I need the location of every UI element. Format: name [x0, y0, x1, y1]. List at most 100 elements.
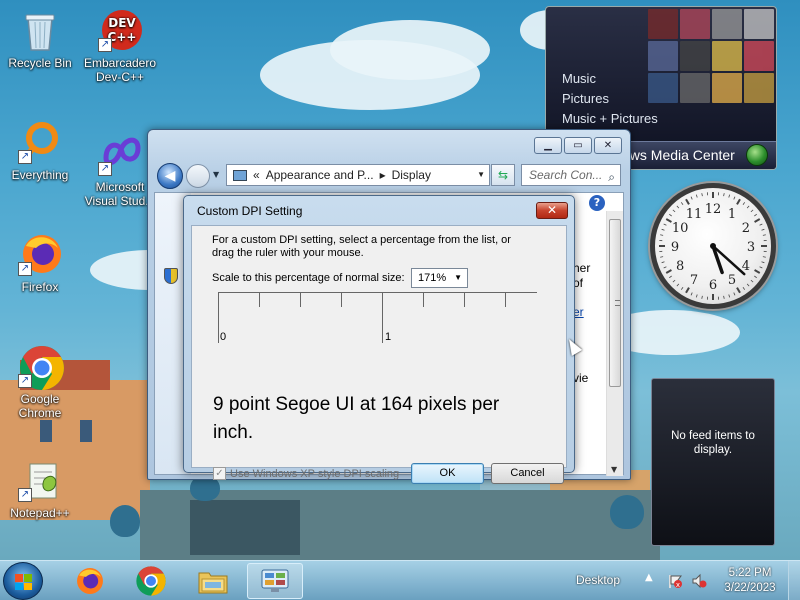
desktop-icon-firefox[interactable]: ↗ Firefox [0, 232, 80, 294]
media-center-item-music-pictures[interactable]: Music + Pictures [562, 109, 658, 129]
clock-numeral: 11 [686, 207, 703, 222]
taskbar-chrome[interactable] [123, 563, 179, 599]
search-input[interactable]: Search Con... ⌕ [521, 164, 621, 186]
scrollbar-thumb[interactable] [609, 219, 621, 387]
clock-tick [723, 193, 725, 197]
control-panel-icon [233, 169, 247, 181]
clock-tick [736, 198, 741, 205]
volume-muted-icon[interactable] [691, 573, 707, 589]
ruler-label-start: 0 [220, 331, 227, 343]
clock-tick [746, 205, 750, 209]
taskbar-control-panel[interactable] [247, 563, 303, 599]
forward-button[interactable] [186, 164, 210, 188]
start-button[interactable] [3, 562, 43, 600]
clock-numeral: 6 [709, 278, 717, 293]
desktop-icon-devcpp[interactable]: DEV C++ ↗ Embarcadero Dev-C++ [80, 8, 160, 84]
breadcrumb-display[interactable]: Display [392, 165, 431, 185]
feed-headlines-gadget[interactable]: No feed items to display. [651, 378, 775, 546]
clock-tick [754, 269, 761, 274]
recycle-bin-icon [18, 8, 62, 52]
folder-icon [198, 572, 228, 594]
content-text-fragment: her [573, 261, 591, 275]
taskbar-explorer[interactable] [185, 563, 241, 599]
clock-tick [680, 287, 684, 290]
clock-tick [663, 223, 667, 226]
back-button[interactable]: ◀ [157, 163, 183, 189]
media-center-item-pictures[interactable]: Pictures [562, 89, 658, 109]
shortcut-arrow-icon: ↗ [18, 150, 32, 164]
refresh-button[interactable]: ⇆ [491, 164, 515, 186]
recent-pages-dropdown[interactable]: ▼ [213, 170, 219, 179]
xp-scaling-checkbox[interactable]: ✓ [213, 467, 226, 480]
breadcrumb-appearance[interactable]: Appearance and P... [266, 165, 374, 185]
clock-tick [762, 234, 766, 236]
clock-tick [660, 234, 664, 236]
system-clock[interactable]: 5:22 PM 3/22/2023 [720, 566, 780, 596]
media-center-item-music[interactable]: Music [562, 69, 658, 89]
xp-scaling-option[interactable]: ✓ Use Windows XP style DPI scaling [213, 467, 399, 480]
desktop-icon-notepadpp[interactable]: ↗ Notepad++ [0, 458, 80, 520]
custom-dpi-dialog[interactable]: Custom DPI Setting ✕ For a custom DPI se… [183, 195, 575, 484]
clock-tick [762, 256, 766, 258]
taskbar: Desktop ▲ x 5:22 PM 3/22/2023 [0, 560, 800, 600]
chevron-down-icon: ▼ [454, 273, 462, 282]
clock-numeral: 1 [728, 207, 736, 222]
action-center-flag-icon[interactable]: x [667, 573, 683, 589]
clock-tick [750, 209, 754, 213]
close-window-button[interactable]: ✕ [594, 137, 622, 154]
clock-numeral: 7 [690, 273, 698, 288]
show-hidden-icons-chevron-icon[interactable]: ▲ [645, 572, 653, 583]
scale-value: 171% [418, 272, 447, 284]
desktop-icon-everything[interactable]: ↗ Everything [0, 120, 80, 182]
clock-tick [685, 198, 690, 205]
everything-icon: ↗ [18, 120, 62, 164]
scale-percentage-select[interactable]: 171% ▼ [411, 268, 468, 288]
clock-tick [690, 196, 693, 200]
clock-tick [728, 294, 731, 298]
taskbar-firefox[interactable] [62, 563, 118, 599]
firefox-icon [77, 568, 103, 594]
svg-text:DEV: DEV [108, 16, 136, 30]
maximize-button[interactable]: ▭ [564, 137, 592, 154]
clock-tick [750, 279, 754, 283]
clock-tick [669, 275, 672, 279]
desktop-icon-chrome[interactable]: ↗ Google Chrome [0, 344, 80, 420]
clock-numeral: 9 [671, 240, 679, 255]
minimize-button[interactable]: ▁ [534, 137, 562, 154]
desktop-icon-label: Google Chrome [18, 392, 62, 420]
control-panel-icon [261, 569, 289, 592]
ruler-tick [259, 293, 260, 307]
desktop-icon-label: Recycle Bin [8, 56, 72, 70]
shortcut-arrow-icon: ↗ [98, 38, 112, 52]
scroll-down-icon[interactable]: ▼ [611, 465, 617, 474]
desktop-icon-label: Microsoft Visual Stud... [84, 180, 156, 208]
search-placeholder: Search Con... [529, 168, 603, 182]
clock-tick [759, 223, 763, 226]
dialog-body: For a custom DPI setting, select a perce… [191, 225, 567, 484]
clock-tick [733, 292, 736, 296]
cancel-button[interactable]: Cancel [491, 463, 564, 484]
media-thumbnails [648, 9, 774, 103]
desktop-toolbar-label[interactable]: Desktop [576, 573, 620, 587]
ok-button[interactable]: OK [411, 463, 484, 484]
clock-numeral: 12 [705, 202, 722, 217]
dialog-close-button[interactable]: ✕ [536, 202, 568, 219]
feed-message: No feed items to display. [671, 430, 755, 456]
address-bar[interactable]: « Appearance and P... ▸ Display ▼ [226, 164, 490, 186]
visual-studio-icon: ↗ [98, 132, 142, 176]
clock-tick [663, 266, 667, 269]
address-dropdown-icon[interactable]: ▼ [477, 165, 485, 185]
dpi-ruler[interactable]: 0 1 [218, 292, 537, 344]
clock-tick [728, 194, 731, 198]
address-overflow-icon[interactable]: « [253, 165, 260, 185]
vertical-scrollbar[interactable]: ▼ [606, 211, 623, 476]
clock-numeral: 3 [747, 240, 755, 255]
show-desktop-button[interactable] [788, 561, 800, 600]
arrow-left-icon: ◀ [164, 168, 176, 184]
help-icon[interactable]: ? [589, 195, 605, 211]
clock-gadget[interactable]: 12 1 2 3 4 5 6 7 8 9 10 11 [650, 183, 776, 309]
clock-numeral: 2 [742, 221, 750, 236]
desktop-icon-recycle-bin[interactable]: Recycle Bin [0, 8, 80, 70]
clock-date: 3/22/2023 [724, 582, 776, 594]
clock-tick [761, 228, 765, 231]
